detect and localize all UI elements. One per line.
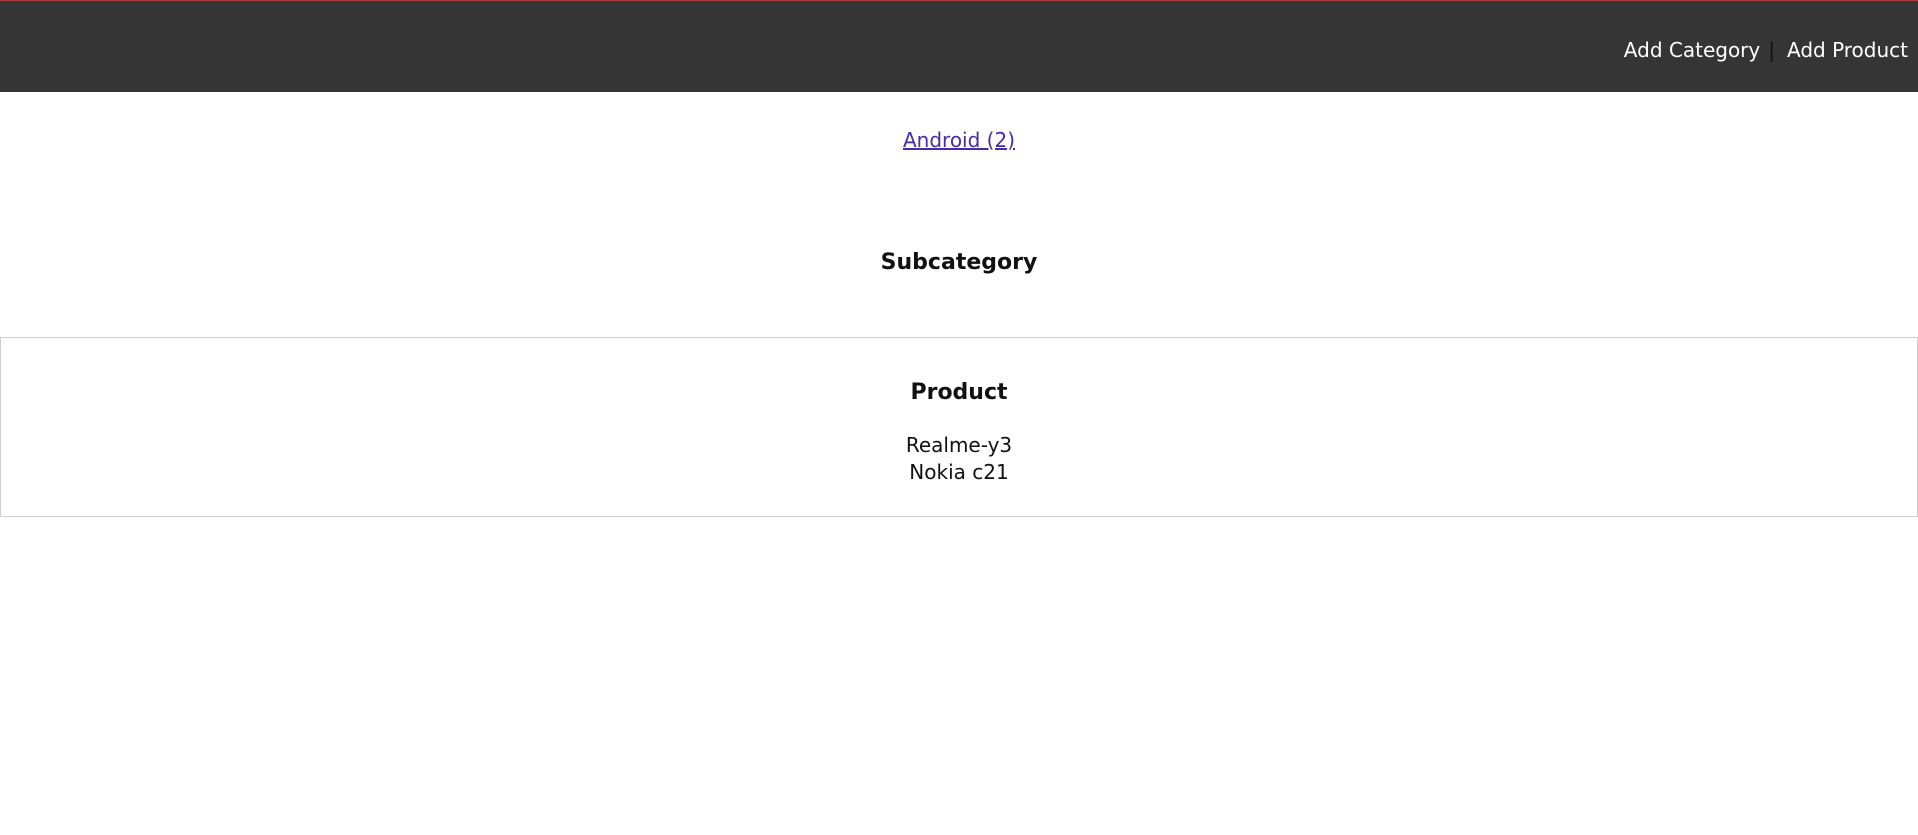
add-category-link[interactable]: Add Category [1624,37,1760,63]
product-panel: Product Realme-y3 Nokia c21 [0,337,1918,517]
product-list: Realme-y3 Nokia c21 [1,432,1917,486]
product-heading: Product [910,380,1008,405]
top-navbar: Add Category | Add Product [0,0,1918,92]
top-nav-links: Add Category | Add Product [1624,37,1908,63]
subcategory-heading: Subcategory [880,250,1038,275]
add-product-link[interactable]: Add Product [1787,37,1908,63]
category-list: Android (2) [0,127,1918,153]
product-item: Nokia c21 [909,460,1009,484]
category-link-android[interactable]: Android (2) [903,128,1015,152]
nav-separator: | [1768,38,1775,62]
product-item: Realme-y3 [905,433,1013,457]
